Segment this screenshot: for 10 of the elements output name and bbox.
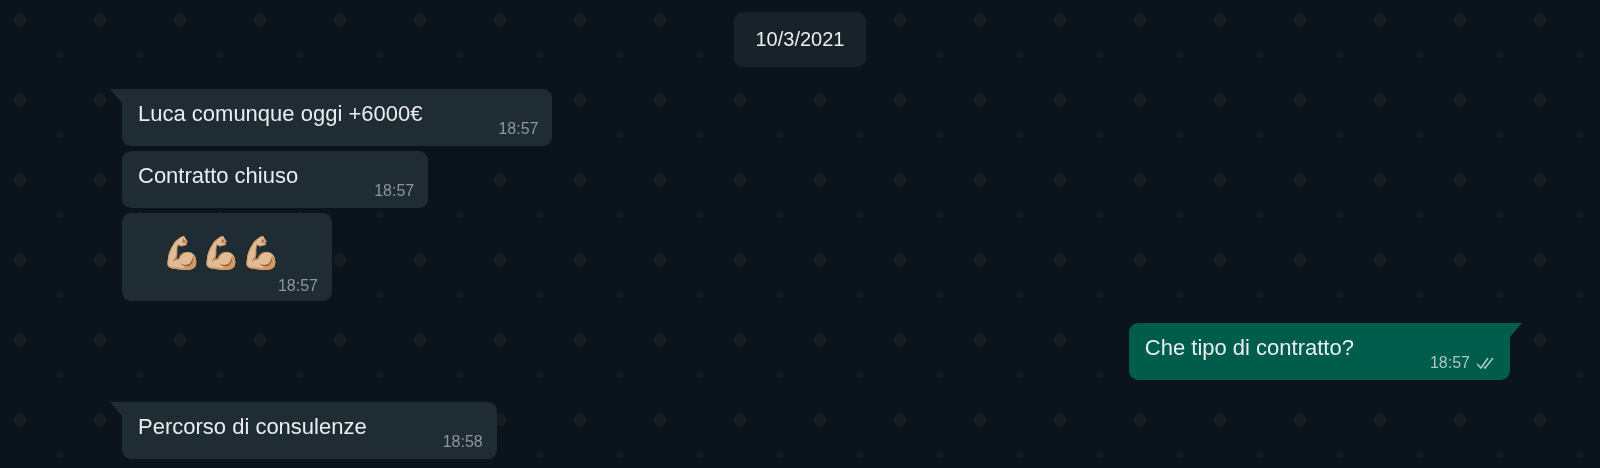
message-time: 18:57 [498,120,539,138]
message-text: Percorso di consulenze [138,413,367,441]
message-time: 18:57 [1429,354,1470,372]
message-time: 18:58 [442,433,483,451]
message-text: Contratto chiuso [138,162,299,190]
message-time: 18:57 [277,277,318,295]
emoji-text: 💪🏼💪🏼💪🏼 [162,233,282,274]
message-time: 18:57 [374,182,415,200]
message-text: Che tipo di contratto? [1144,334,1354,362]
message-text: Luca comunque oggi +6000€ [138,100,423,128]
